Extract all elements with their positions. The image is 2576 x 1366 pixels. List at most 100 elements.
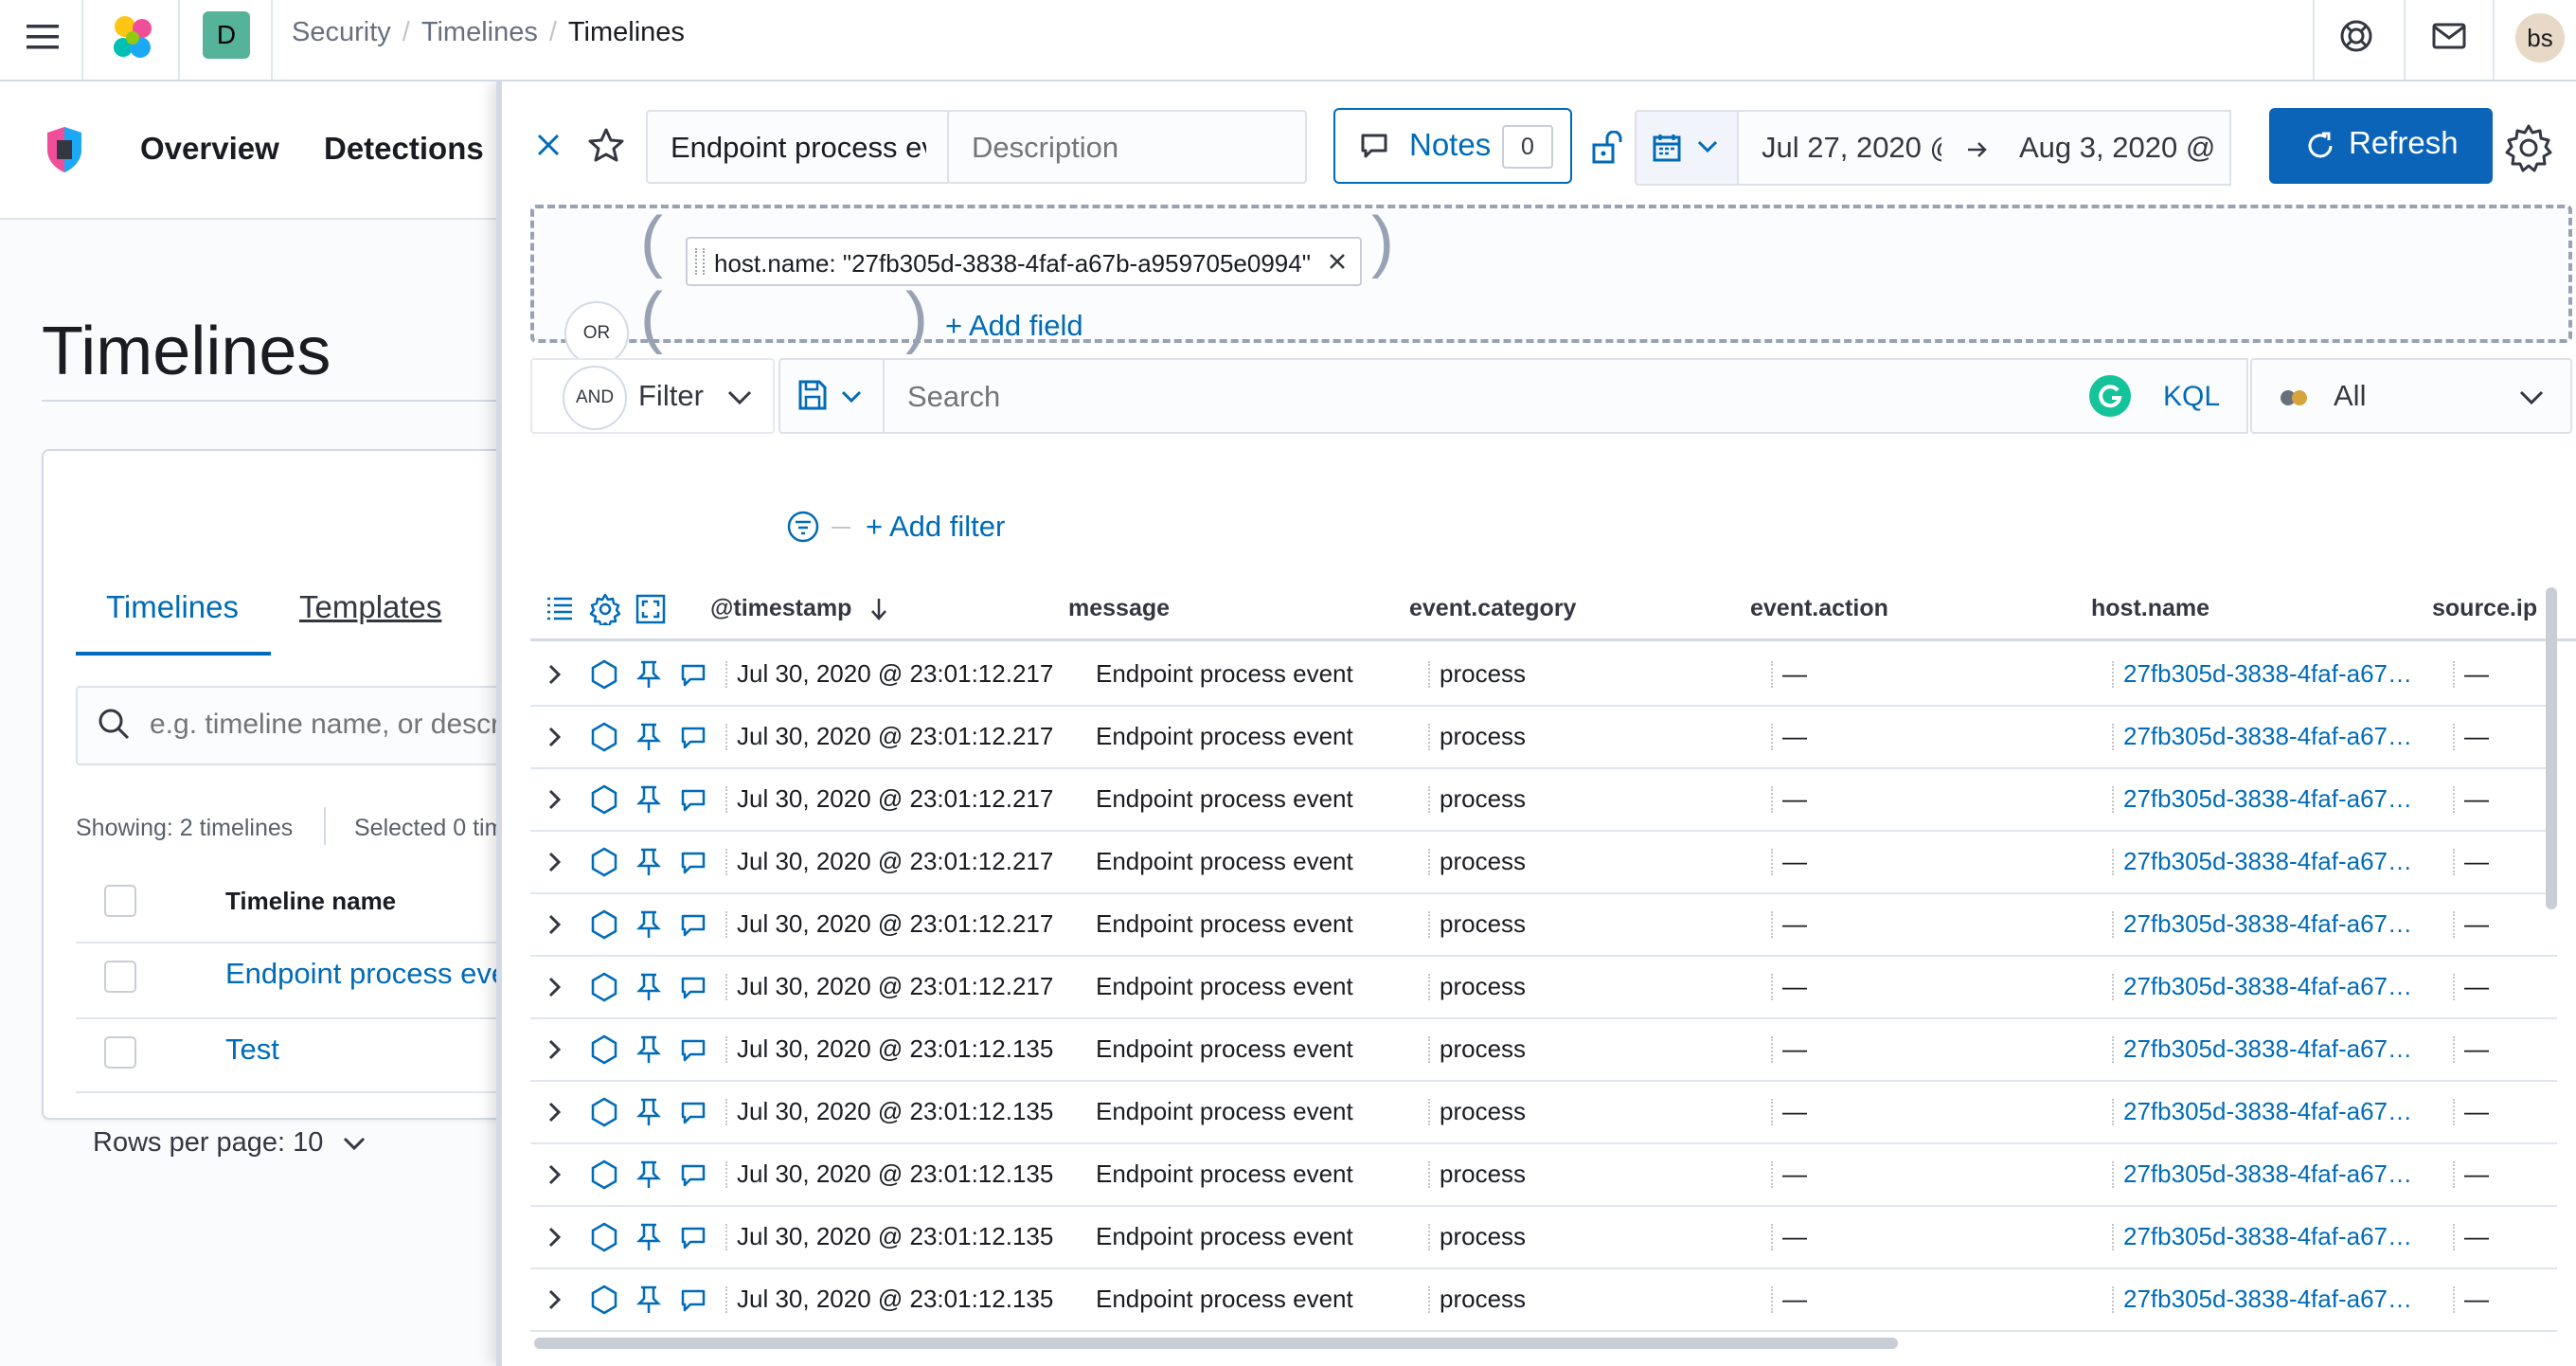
expand-icon[interactable]: [547, 851, 563, 873]
table-row[interactable]: Jul 30, 2020 @ 23:01:12.135 Endpoint proc…: [530, 1205, 2557, 1269]
tab-templates[interactable]: Templates: [299, 589, 441, 625]
hexagon-icon[interactable]: [589, 1285, 619, 1315]
pin-icon[interactable]: [636, 1222, 661, 1252]
comment-icon[interactable]: [680, 726, 707, 750]
row-checkbox[interactable]: [104, 961, 136, 993]
comment-icon[interactable]: [680, 913, 707, 938]
pin-icon[interactable]: [636, 972, 661, 1002]
hexagon-icon[interactable]: [589, 784, 619, 815]
expand-icon[interactable]: [547, 1288, 563, 1311]
cell-host-name[interactable]: 27fb305d-3838-4faf-a67b-a959705e0994: [2123, 1222, 2424, 1251]
nav-tab-detections[interactable]: Detections: [324, 131, 484, 167]
expand-icon[interactable]: [547, 913, 563, 936]
tab-timelines[interactable]: Timelines: [106, 589, 239, 625]
gear-icon[interactable]: [2504, 123, 2553, 172]
table-row[interactable]: Jul 30, 2020 @ 23:01:12.135 Endpoint proc…: [530, 1267, 2557, 1332]
list-icon[interactable]: [546, 595, 574, 621]
data-providers-area[interactable]: ( host.name: "27fb305d-3838-4faf-a67b-a9…: [530, 204, 2572, 366]
table-row[interactable]: Jul 30, 2020 @ 23:01:12.217 Endpoint proc…: [530, 830, 2557, 894]
cell-host-name[interactable]: 27fb305d-3838-4faf-a67b-a959705e0994: [2123, 784, 2424, 814]
query-search-input[interactable]: [905, 360, 2046, 434]
timeline-link[interactable]: Endpoint process events: [225, 957, 496, 991]
kql-toggle-button[interactable]: KQL: [2163, 381, 2220, 413]
pin-icon[interactable]: [636, 909, 661, 940]
table-row[interactable]: Jul 30, 2020 @ 23:01:12.217 Endpoint proc…: [530, 892, 2557, 957]
grammarly-icon[interactable]: [2089, 375, 2131, 417]
hexagon-icon[interactable]: [589, 1222, 619, 1252]
timeline-title-input[interactable]: Endpoint process events: [646, 110, 951, 184]
star-icon[interactable]: [587, 127, 625, 163]
row-checkbox[interactable]: [104, 1036, 136, 1069]
filter-icon[interactable]: [786, 510, 820, 544]
column-header-host-name[interactable]: host.name: [2091, 595, 2209, 622]
hexagon-icon[interactable]: [589, 659, 619, 690]
comment-icon[interactable]: [680, 663, 707, 688]
hexagon-icon[interactable]: [589, 1159, 619, 1190]
date-start-button[interactable]: Jul 27, 2020 @ 14:00:00.000: [1762, 131, 1941, 165]
pin-icon[interactable]: [636, 722, 661, 752]
comment-icon[interactable]: [680, 1288, 707, 1313]
hexagon-icon[interactable]: [589, 1097, 619, 1127]
table-row[interactable]: Jul 30, 2020 @ 23:01:12.217 Endpoint proc…: [530, 955, 2557, 1019]
pin-icon[interactable]: [636, 1159, 661, 1190]
close-icon[interactable]: [1328, 252, 1347, 271]
timeline-search-input[interactable]: [148, 688, 496, 762]
breadcrumb-security[interactable]: Security: [292, 17, 391, 47]
table-row[interactable]: Jul 30, 2020 @ 23:01:12.217 Endpoint proc…: [530, 767, 2557, 832]
comment-icon[interactable]: [680, 1226, 707, 1250]
breadcrumb-timelines[interactable]: Timelines: [421, 17, 538, 47]
hexagon-icon[interactable]: [589, 847, 619, 877]
cell-host-name[interactable]: 27fb305d-3838-4faf-a67b-a959705e0994: [2123, 1285, 2424, 1314]
comment-icon[interactable]: [680, 1101, 707, 1125]
expand-icon[interactable]: [547, 1163, 563, 1186]
security-app-icon[interactable]: [44, 125, 87, 174]
column-header-timestamp[interactable]: @timestamp: [710, 595, 888, 622]
menu-icon[interactable]: [27, 23, 59, 51]
chevron-down-icon[interactable]: [727, 390, 752, 405]
hexagon-icon[interactable]: [589, 972, 619, 1002]
select-all-checkbox[interactable]: [104, 885, 136, 917]
comment-icon[interactable]: [680, 976, 707, 1000]
fullscreen-icon[interactable]: [635, 593, 667, 625]
cell-host-name[interactable]: 27fb305d-3838-4faf-a67b-a959705e0994: [2123, 659, 2424, 689]
user-avatar[interactable]: bs: [2515, 13, 2565, 63]
add-filter-button[interactable]: + Add filter: [866, 510, 1005, 544]
table-row[interactable]: Jul 30, 2020 @ 23:01:12.135 Endpoint proc…: [530, 1142, 2557, 1207]
cell-host-name[interactable]: 27fb305d-3838-4faf-a67b-a959705e0994: [2123, 909, 2424, 939]
pin-icon[interactable]: [636, 1097, 661, 1127]
column-header-event-action[interactable]: event.action: [1750, 595, 1888, 622]
expand-icon[interactable]: [547, 976, 563, 998]
expand-icon[interactable]: [547, 726, 563, 748]
pin-icon[interactable]: [636, 1285, 661, 1315]
help-icon[interactable]: [2339, 19, 2373, 53]
column-header-event-category[interactable]: event.category: [1409, 595, 1576, 622]
pin-icon[interactable]: [636, 1034, 661, 1065]
cell-host-name[interactable]: 27fb305d-3838-4faf-a67b-a959705e0994: [2123, 1159, 2424, 1189]
rows-per-page-selector[interactable]: Rows per page: 10: [93, 1127, 366, 1159]
expand-icon[interactable]: [547, 788, 563, 811]
table-row[interactable]: Jul 30, 2020 @ 23:01:12.135 Endpoint proc…: [530, 1080, 2557, 1144]
column-header-source-ip[interactable]: source.ip: [2432, 595, 2555, 622]
date-quick-select[interactable]: [1635, 110, 1739, 186]
elastic-logo-icon[interactable]: [106, 11, 159, 64]
vertical-scrollbar[interactable]: [2546, 587, 2557, 909]
pin-icon[interactable]: [636, 659, 661, 690]
gear-icon[interactable]: [589, 593, 621, 625]
expand-icon[interactable]: [547, 1038, 563, 1061]
column-header-message[interactable]: message: [1068, 595, 1170, 622]
saved-query-button[interactable]: [778, 358, 885, 434]
column-header-timeline-name[interactable]: Timeline name: [225, 887, 396, 916]
comment-icon[interactable]: [680, 1163, 707, 1188]
expand-icon[interactable]: [547, 663, 563, 686]
drag-handle[interactable]: [695, 248, 705, 275]
refresh-button[interactable]: Refresh: [2269, 108, 2493, 184]
hexagon-icon[interactable]: [589, 1034, 619, 1065]
date-end-button[interactable]: Aug 3, 2020 @ 14:00:00.000: [2019, 131, 2222, 165]
comment-icon[interactable]: [680, 788, 707, 813]
table-row[interactable]: Jul 30, 2020 @ 23:01:12.217 Endpoint proc…: [530, 642, 2557, 707]
timeline-description-input[interactable]: [970, 112, 1286, 184]
horizontal-scrollbar[interactable]: [534, 1338, 1898, 1349]
table-row[interactable]: Jul 30, 2020 @ 23:01:12.217 Endpoint proc…: [530, 705, 2557, 769]
index-selector[interactable]: All: [2250, 358, 2572, 434]
space-avatar[interactable]: D: [203, 11, 250, 59]
